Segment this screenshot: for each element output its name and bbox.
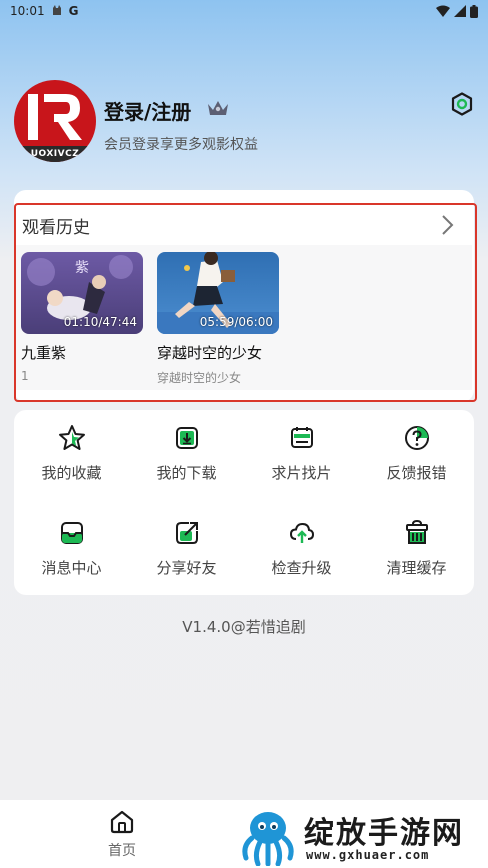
- menu-label: 我的下载: [156, 464, 217, 482]
- menu-label: 分享好友: [156, 559, 217, 577]
- chevron-right-icon[interactable]: [438, 213, 458, 237]
- menu-downloads[interactable]: 我的下载: [129, 410, 244, 490]
- history-item-episode: 1: [21, 369, 29, 383]
- login-register-link[interactable]: 登录/注册: [104, 96, 191, 125]
- history-item-title: 九重紫: [21, 344, 67, 362]
- svg-text:紫: 紫: [75, 260, 89, 276]
- menu-label: 消息中心: [41, 559, 102, 577]
- download-icon: [173, 424, 201, 452]
- history-item-title: 穿越时空的少女: [157, 344, 263, 362]
- watermark-url: www.gxhuaer.com: [306, 848, 430, 862]
- version-text: V1.4.0@若惜追剧: [182, 618, 306, 636]
- menu-label: 反馈报错: [386, 464, 447, 482]
- history-item[interactable]: 紫 01:10/47:44 九重紫 1: [21, 252, 143, 383]
- menu-label: 我的收藏: [41, 464, 102, 482]
- share-icon: [173, 519, 201, 547]
- wifi-icon: [436, 5, 450, 17]
- battery-icon: [470, 4, 478, 18]
- nav-home[interactable]: 首页: [92, 810, 152, 864]
- menu-messages[interactable]: 消息中心: [14, 505, 129, 585]
- crown-icon[interactable]: [206, 98, 230, 122]
- history-thumbnail: 05:59/06:00: [157, 252, 279, 334]
- menu-clear-cache[interactable]: 清理缓存: [359, 505, 474, 585]
- status-time: 10:01: [10, 4, 45, 18]
- history-item-episode: 穿越时空的少女: [157, 371, 242, 385]
- avatar-band-text: UOXIVCZ: [14, 146, 96, 162]
- menu-label: 检查升级: [271, 559, 332, 577]
- menu-feedback[interactable]: 反馈报错: [359, 410, 474, 490]
- menu-favorites[interactable]: 我的收藏: [14, 410, 129, 490]
- history-progress-time: 05:59/06:00: [199, 315, 273, 329]
- feedback-icon: [403, 424, 431, 452]
- settings-icon[interactable]: [450, 92, 474, 116]
- watermark-text: 绽放手游网: [304, 816, 464, 851]
- history-item[interactable]: 05:59/06:00 穿越时空的少女 穿越时空的少女: [157, 252, 279, 386]
- film-request-icon: [288, 424, 316, 452]
- home-icon: [110, 810, 134, 834]
- menu-upgrade[interactable]: 检查升级: [244, 505, 359, 585]
- history-progress-time: 01:10/47:44: [63, 315, 137, 329]
- star-icon: [58, 424, 86, 452]
- cat-notification-icon: [51, 4, 63, 19]
- menu-share[interactable]: 分享好友: [129, 505, 244, 585]
- menu-film-request[interactable]: 求片找片: [244, 410, 359, 490]
- avatar[interactable]: UOXIVCZ: [14, 80, 96, 162]
- octopus-logo-icon: [242, 812, 294, 866]
- g-badge: G: [68, 4, 79, 18]
- upgrade-icon: [288, 519, 316, 547]
- signal-icon: [454, 5, 466, 17]
- message-icon: [58, 519, 86, 547]
- menu-label: 求片找片: [271, 464, 332, 482]
- history-thumbnail: 紫 01:10/47:44: [21, 252, 143, 334]
- profile-header: UOXIVCZ 登录/注册 会员登录享更多观影权益: [14, 80, 474, 164]
- status-bar: 10:01 G: [0, 0, 488, 22]
- history-title: 观看历史: [22, 218, 90, 238]
- nav-home-label: 首页: [108, 843, 136, 859]
- watermark: 绽放手游网 www.gxhuaer.com: [236, 806, 486, 866]
- clear-cache-icon: [403, 519, 431, 547]
- menu-label: 清理缓存: [386, 559, 447, 577]
- login-subtitle: 会员登录享更多观影权益: [104, 137, 258, 153]
